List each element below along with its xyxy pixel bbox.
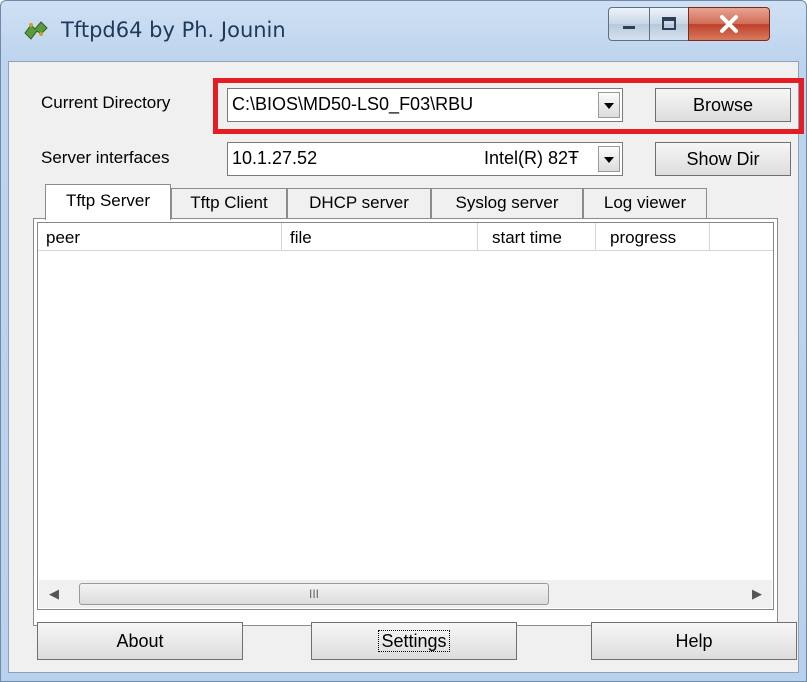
column-header-file[interactable]: file: [282, 223, 478, 251]
help-button[interactable]: Help: [591, 622, 797, 660]
tab-syslog-server[interactable]: Syslog server: [431, 188, 583, 218]
window-title: Tftpd64 by Ph. Jounin: [61, 18, 286, 42]
server-interface-adapter: Intel(R) 82Ŧ: [484, 148, 580, 168]
close-icon: [720, 15, 738, 33]
scrollbar-thumb[interactable]: III: [79, 583, 549, 605]
column-header-progress[interactable]: progress: [596, 223, 710, 251]
show-dir-button[interactable]: Show Dir: [655, 142, 791, 176]
app-window: Tftpd64 by Ph. Jounin Current Directory …: [0, 0, 807, 682]
scroll-right-icon[interactable]: ▶: [742, 580, 772, 608]
minimize-icon: [623, 26, 635, 29]
tftp-server-panel: peer file start time progress ◀ III ▶: [33, 218, 778, 626]
scrollbar-grip: III: [308, 587, 319, 601]
maximize-icon: [662, 17, 676, 30]
minimize-button[interactable]: [608, 7, 650, 41]
tab-label: Tftp Server: [65, 191, 151, 210]
about-button[interactable]: About: [37, 622, 243, 660]
server-interface-ip: 10.1.27.52: [232, 148, 318, 168]
tab-label: DHCP server: [309, 193, 409, 212]
tab-label: Log viewer: [603, 193, 687, 212]
maximize-button[interactable]: [649, 7, 689, 41]
horizontal-scrollbar[interactable]: ◀ III ▶: [39, 580, 772, 608]
current-directory-label: Current Directory: [41, 93, 171, 112]
column-header-empty: [710, 223, 773, 251]
server-interfaces-label: Server interfaces: [41, 148, 170, 167]
tab-label: Syslog server: [455, 193, 559, 212]
server-interfaces-combo[interactable]: 10.1.27.52 Intel(R) 82Ŧ: [227, 142, 623, 176]
help-button-label: Help: [675, 631, 713, 651]
about-button-label: About: [116, 631, 164, 651]
dropdown-arrow-icon[interactable]: [598, 146, 620, 172]
scroll-left-icon[interactable]: ◀: [39, 580, 69, 608]
settings-button[interactable]: Settings: [311, 622, 517, 660]
title-bar[interactable]: Tftpd64 by Ph. Jounin: [1, 1, 806, 61]
tab-tftp-server[interactable]: Tftp Server: [45, 184, 171, 220]
column-header-peer[interactable]: peer: [38, 223, 282, 251]
tftpd-app-icon: [23, 19, 49, 43]
settings-button-label: Settings: [378, 630, 450, 652]
main-panel: Current Directory C:\BIOS\MD50-LS0_F03\R…: [8, 61, 804, 673]
transfer-list[interactable]: peer file start time progress ◀ III ▶: [37, 222, 774, 610]
tab-log-viewer[interactable]: Log viewer: [583, 188, 707, 218]
tab-dhcp-server[interactable]: DHCP server: [287, 188, 431, 218]
column-header-start-time[interactable]: start time: [478, 223, 596, 251]
highlight-box: [213, 78, 804, 134]
show-dir-button-label: Show Dir: [686, 149, 760, 169]
tab-tftp-client[interactable]: Tftp Client: [171, 188, 287, 218]
close-button[interactable]: [688, 7, 770, 41]
tab-label: Tftp Client: [190, 193, 268, 212]
